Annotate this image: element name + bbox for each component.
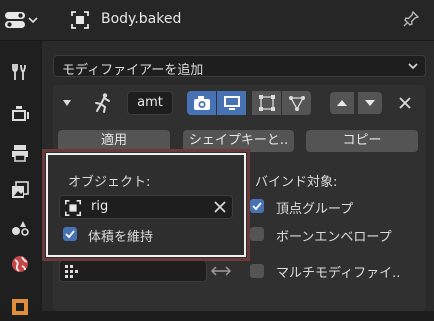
edit-mode-icon — [258, 95, 275, 111]
move-up-button[interactable] — [330, 92, 354, 114]
tab-render[interactable] — [6, 100, 34, 128]
move-down-button[interactable] — [358, 92, 382, 114]
tab-tool[interactable] — [6, 58, 34, 86]
pin-icon[interactable] — [402, 10, 420, 28]
remove-modifier-icon[interactable] — [398, 96, 412, 110]
object-name: Body.baked — [101, 11, 182, 27]
world-icon — [12, 256, 28, 272]
tool-icon — [12, 64, 26, 80]
vertex-group-field[interactable] — [59, 260, 207, 282]
triangle-up-icon — [337, 100, 347, 106]
cage-icon — [288, 96, 305, 111]
properties-editor-icon — [5, 12, 25, 28]
render-icon — [12, 106, 29, 121]
vertex-groups-label: 頂点グループ — [276, 202, 354, 217]
toggle-render[interactable] — [187, 91, 216, 115]
toggle-viewport[interactable] — [217, 91, 246, 115]
bone-envelopes-label: ボーンエンベロープ — [276, 230, 392, 245]
modifier-name-field[interactable]: amt — [127, 91, 173, 115]
monitor-icon — [223, 96, 240, 110]
chevron-down-icon — [408, 63, 418, 70]
copy-button[interactable]: コピー — [306, 130, 418, 152]
checkmark-icon — [252, 202, 262, 211]
collapse-triangle-icon[interactable] — [62, 98, 72, 108]
object-field[interactable]: rig — [59, 195, 233, 219]
properties-header: Body.baked — [0, 0, 434, 41]
output-icon — [12, 145, 28, 162]
checkmark-icon — [65, 230, 75, 239]
armature-icon — [95, 93, 110, 113]
tab-output[interactable] — [6, 139, 34, 167]
camera-icon — [193, 96, 210, 110]
invert-arrows-icon[interactable] — [210, 264, 232, 278]
vertex-groups-checkbox[interactable] — [250, 199, 264, 213]
object-icon — [71, 11, 89, 29]
toggle-on-cage[interactable] — [282, 91, 311, 115]
triangle-down-icon — [365, 100, 375, 106]
object-icon — [64, 199, 82, 217]
scene-icon — [12, 221, 29, 236]
add-modifier-label: モディファイアーを追加 — [62, 63, 204, 78]
bone-envelopes-checkbox[interactable] — [250, 227, 264, 241]
bind-to-label: バインド対象: — [255, 175, 338, 190]
tab-view-layer[interactable] — [6, 176, 34, 204]
object-field-value: rig — [91, 199, 109, 214]
view-layer-icon — [12, 181, 29, 198]
object-icon — [12, 299, 28, 315]
add-modifier-dropdown[interactable]: モディファイアーを追加 — [53, 55, 426, 78]
multi-modifier-checkbox[interactable] — [250, 264, 264, 278]
toggle-edit-mode[interactable] — [252, 91, 281, 115]
multi-modifier-label: マルチモディファイ.. — [276, 266, 401, 281]
vertex-group-icon — [65, 265, 78, 278]
tab-object[interactable] — [6, 293, 34, 321]
tab-world[interactable] — [6, 250, 34, 278]
preserve-volume-label: 体積を維持 — [88, 230, 154, 245]
preserve-volume-checkbox[interactable] — [63, 227, 77, 241]
chevron-down-icon — [28, 17, 38, 24]
clear-icon[interactable] — [214, 201, 226, 213]
editor-type-selector[interactable] — [4, 9, 44, 31]
object-label: オブジェクト: — [68, 175, 151, 190]
properties-tab-bar — [0, 41, 40, 315]
tab-scene[interactable] — [6, 214, 34, 242]
